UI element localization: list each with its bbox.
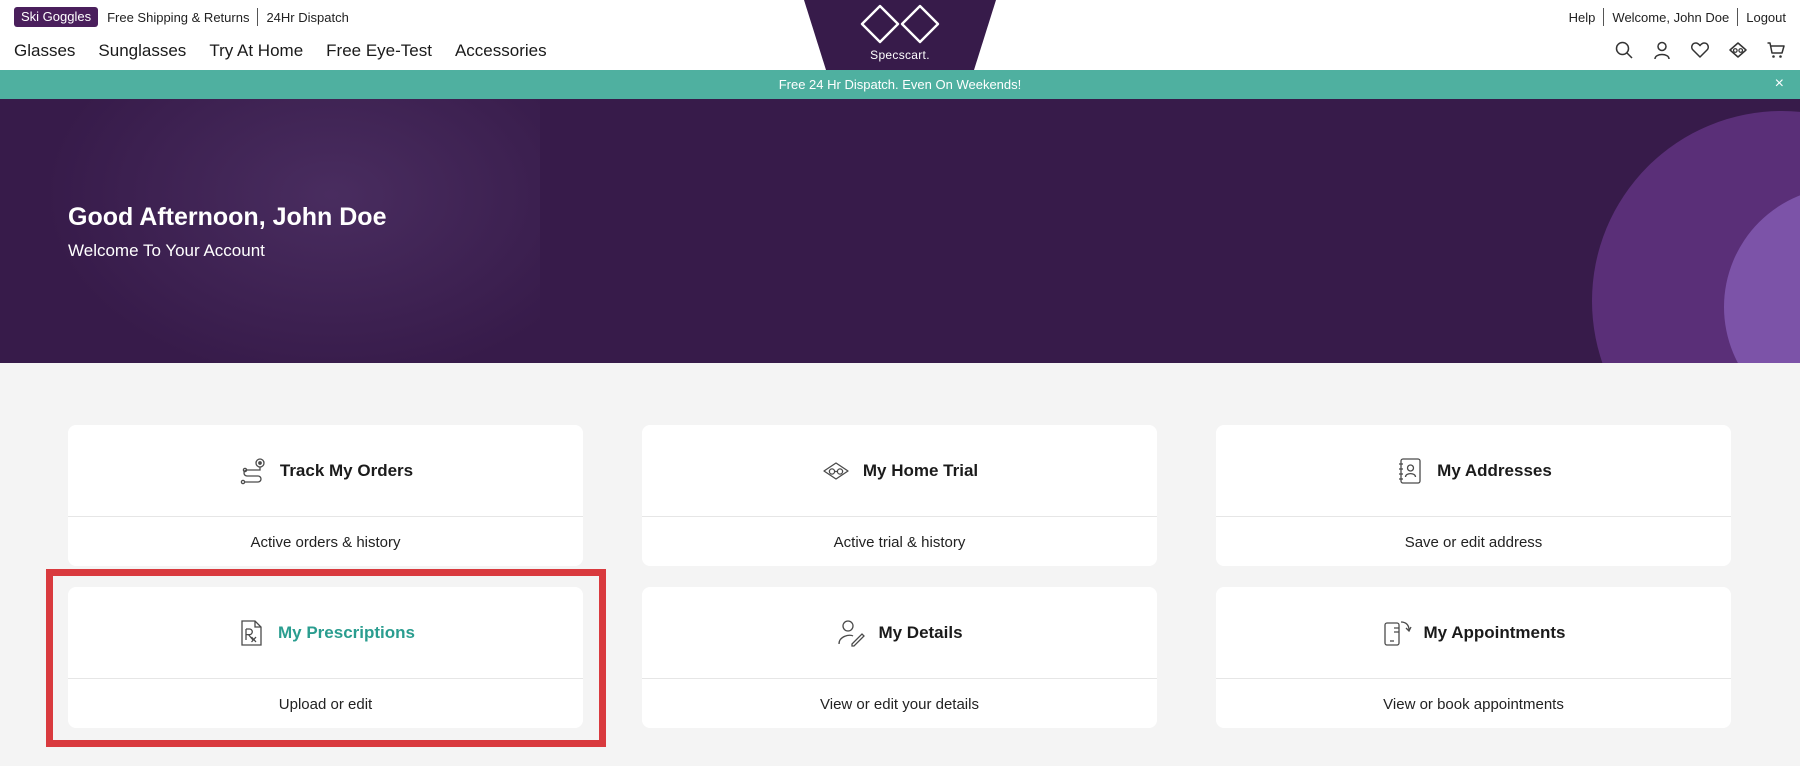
search-icon[interactable] (1614, 40, 1634, 60)
logout-link[interactable]: Logout (1746, 10, 1786, 25)
announcement-text: Free 24 Hr Dispatch. Even On Weekends! (778, 77, 1022, 92)
card-title: My Home Trial (862, 460, 979, 480)
card-header: My Prescriptions (68, 587, 583, 679)
cart-icon[interactable] (1766, 40, 1786, 60)
main-navigation: Glasses Sunglasses Try At Home Free Eye-… (14, 41, 547, 61)
logo-wordmark: Specscart. (870, 48, 930, 62)
card-header: My Appointments (1216, 587, 1731, 679)
nav-glasses[interactable]: Glasses (14, 41, 75, 61)
divider (1737, 8, 1739, 26)
greeting-title: Good Afternoon, John Doe (68, 203, 387, 231)
card-description: View or book appointments (1383, 695, 1564, 713)
card-title: My Prescriptions (278, 622, 415, 642)
specscart-logo[interactable]: Specscart. (804, 0, 996, 70)
user-edit-icon (836, 618, 866, 648)
prescription-icon (236, 618, 266, 648)
header-icons (1614, 40, 1786, 60)
promo-tag-ski-goggles[interactable]: Ski Goggles (14, 7, 99, 27)
address-book-icon (1395, 456, 1425, 486)
card-track-my-orders[interactable]: Track My Orders Active orders & history (68, 425, 583, 566)
card-my-prescriptions[interactable]: My Prescriptions Upload or edit (68, 587, 583, 728)
glasses-box-icon (821, 456, 851, 486)
card-my-details[interactable]: My Details View or edit your details (642, 587, 1157, 728)
card-header: My Details (642, 587, 1157, 679)
card-my-home-trial[interactable]: My Home Trial Active trial & history (642, 425, 1157, 566)
card-description: Active orders & history (250, 533, 401, 551)
announcement-bar: Free 24 Hr Dispatch. Even On Weekends! × (0, 70, 1800, 99)
card-title: My Details (878, 622, 963, 642)
divider (1603, 8, 1605, 26)
card-description: View or edit your details (820, 695, 979, 713)
card-title: My Addresses (1437, 460, 1552, 480)
site-header: Ski Goggles Free Shipping & Returns 24Hr… (0, 0, 1800, 70)
card-header: My Home Trial (642, 425, 1157, 517)
card-title: Track My Orders (279, 460, 414, 480)
card-header: My Addresses (1216, 425, 1731, 517)
card-description: Save or edit address (1404, 533, 1543, 551)
phone-calendar-icon (1382, 618, 1412, 648)
card-my-appointments[interactable]: My Appointments View or book appointment… (1216, 587, 1731, 728)
nav-try-at-home[interactable]: Try At Home (209, 41, 303, 61)
card-my-addresses[interactable]: My Addresses Save or edit address (1216, 425, 1731, 566)
account-hero-banner: Good Afternoon, John Doe Welcome To Your… (0, 99, 1800, 363)
card-header: Track My Orders (68, 425, 583, 517)
card-description: Active trial & history (833, 533, 966, 551)
card-title: My Appointments (1423, 622, 1566, 642)
nav-accessories[interactable]: Accessories (455, 41, 547, 61)
top-promo-bar: Ski Goggles Free Shipping & Returns 24Hr… (14, 7, 349, 27)
nav-free-eye-test[interactable]: Free Eye-Test (326, 41, 432, 61)
nav-sunglasses[interactable]: Sunglasses (98, 41, 186, 61)
help-link[interactable]: Help (1569, 10, 1596, 25)
dispatch-text: 24Hr Dispatch (266, 9, 349, 25)
greeting-subtitle: Welcome To Your Account (68, 241, 265, 260)
account-links: Help Welcome, John Doe Logout (1569, 7, 1786, 27)
route-icon (238, 456, 268, 486)
free-shipping-text: Free Shipping & Returns (107, 9, 250, 25)
card-description: Upload or edit (278, 695, 373, 713)
welcome-user-link[interactable]: Welcome, John Doe (1612, 10, 1729, 25)
close-icon[interactable]: × (1775, 75, 1784, 93)
divider (257, 8, 259, 26)
user-icon[interactable] (1652, 40, 1672, 60)
heart-icon[interactable] (1690, 40, 1710, 60)
home-trial-icon[interactable] (1728, 40, 1748, 60)
